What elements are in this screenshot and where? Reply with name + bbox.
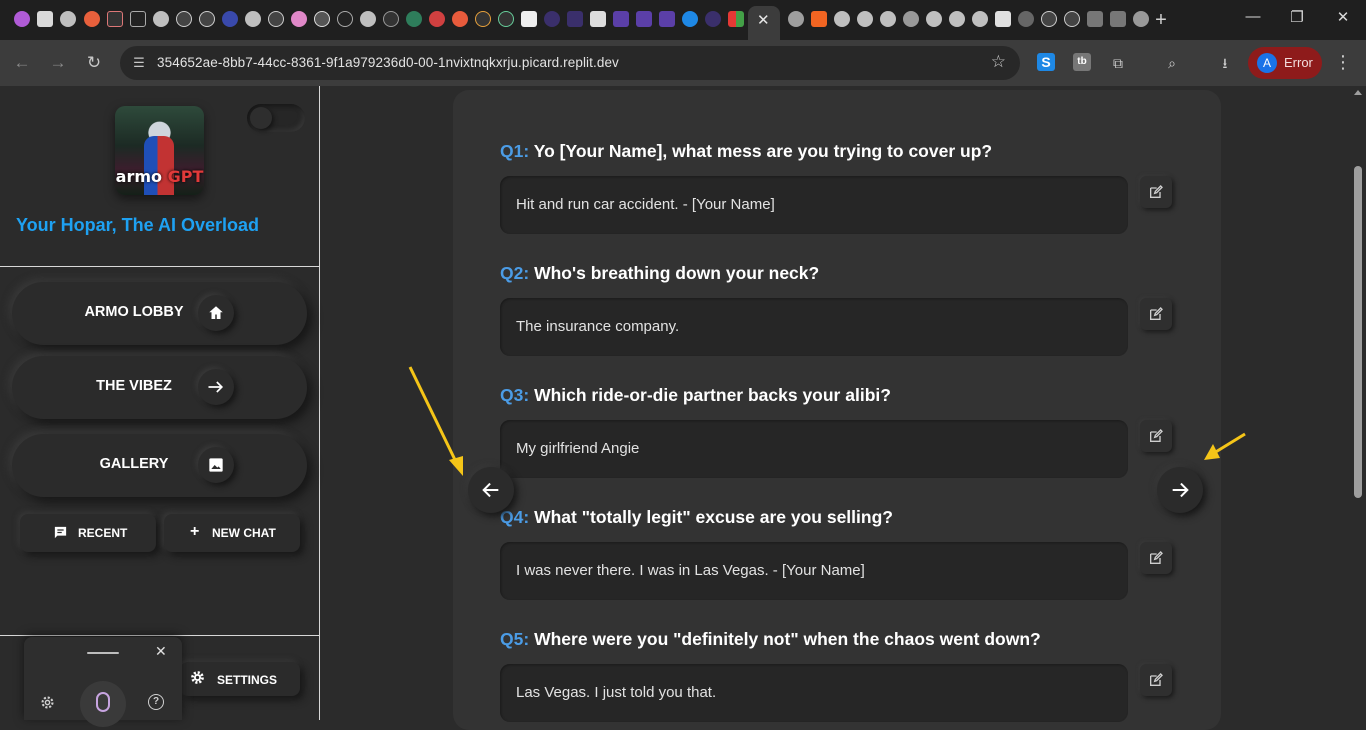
tab-search-icon[interactable]: ⌕: [1162, 53, 1182, 73]
tab-favicon[interactable]: [84, 11, 100, 27]
github-tab-favicon[interactable]: [245, 11, 261, 27]
tab-favicon[interactable]: [199, 11, 215, 27]
bookmark-star-icon[interactable]: ☆: [991, 52, 1006, 72]
tab-favicon[interactable]: [176, 11, 192, 27]
tab-favicon[interactable]: [60, 11, 76, 27]
minimize-window-button[interactable]: —: [1238, 8, 1268, 25]
extension-s-icon[interactable]: S: [1037, 53, 1055, 71]
address-bar[interactable]: ☰ 354652ae-8bb7-44cc-8361-9f1a979236d0-0…: [120, 46, 1020, 80]
downloads-icon[interactable]: ⭳: [1215, 53, 1235, 73]
profile-status-label: Error: [1284, 55, 1313, 70]
tab-favicon[interactable]: [521, 11, 537, 27]
browser-menu-icon[interactable]: ⋮: [1334, 52, 1352, 73]
browser-toolbar: ← → ↻ ☰ 354652ae-8bb7-44cc-8361-9f1a9792…: [0, 40, 1366, 86]
tab-favicon[interactable]: [659, 11, 675, 27]
tab-favicon[interactable]: [636, 11, 652, 27]
tab-favicon[interactable]: [337, 11, 353, 27]
close-tab-icon[interactable]: ✕: [757, 11, 770, 29]
tab-favicon[interactable]: [291, 11, 307, 27]
tab-favicon[interactable]: [130, 11, 146, 27]
active-tab[interactable]: ✕: [748, 6, 780, 40]
profile-error-button[interactable]: A Error: [1248, 47, 1322, 79]
tab-favicon[interactable]: [705, 11, 721, 27]
tab-favicon[interactable]: [682, 11, 698, 27]
tab-favicon[interactable]: [1064, 11, 1080, 27]
profile-avatar: A: [1257, 53, 1277, 73]
page-scrollbar[interactable]: [1350, 86, 1366, 720]
scroll-thumb[interactable]: [1354, 166, 1362, 498]
forward-icon[interactable]: →: [47, 52, 69, 74]
tab-favicon[interactable]: [590, 11, 606, 27]
tab-favicon[interactable]: [613, 11, 629, 27]
tab-favicon[interactable]: [1133, 11, 1149, 27]
scroll-up-arrow[interactable]: [1354, 90, 1362, 95]
annotation-arrow-right: [1204, 432, 1246, 460]
reload-icon[interactable]: ↻: [83, 52, 105, 74]
tab-favicon[interactable]: [268, 11, 284, 27]
tab-favicon[interactable]: [406, 11, 422, 27]
tab-favicon[interactable]: [995, 11, 1011, 27]
tab-favicon[interactable]: [567, 11, 583, 27]
new-tab-button[interactable]: +: [1151, 9, 1171, 32]
annotation-arrow-left: [408, 366, 463, 476]
tab-favicon[interactable]: [972, 11, 988, 27]
back-icon[interactable]: ←: [11, 52, 33, 74]
tab-favicon[interactable]: [222, 11, 238, 27]
annotation-overlay: [408, 366, 1246, 476]
url-text[interactable]: 354652ae-8bb7-44cc-8361-9f1a979236d0-00-…: [157, 55, 619, 70]
extensions-puzzle-icon[interactable]: ⧉: [1108, 53, 1128, 73]
tab-favicon[interactable]: [1041, 11, 1057, 27]
browser-tab-strip: ✕ + — ❐ ✕: [0, 0, 1366, 40]
github-tab-favicon[interactable]: [153, 11, 169, 27]
close-window-button[interactable]: ✕: [1328, 8, 1358, 26]
tab-favicon[interactable]: [314, 11, 330, 27]
app-page: armo GPT Your Hopar, The AI Overload ARM…: [0, 86, 1366, 730]
tab-favicon[interactable]: [811, 11, 827, 27]
extension-tb-icon[interactable]: tb: [1073, 53, 1091, 71]
tab-favicon[interactable]: [14, 11, 30, 27]
restore-window-button[interactable]: ❐: [1282, 8, 1312, 26]
tab-favicon[interactable]: [544, 11, 560, 27]
tab-favicon[interactable]: [498, 11, 514, 27]
tab-favicon[interactable]: [926, 11, 942, 27]
tab-favicon[interactable]: [107, 11, 123, 27]
tab-favicon[interactable]: [37, 11, 53, 27]
tab-favicon[interactable]: [728, 11, 744, 27]
tab-favicon[interactable]: [788, 11, 804, 27]
tab-favicon[interactable]: [1087, 11, 1103, 27]
github-tab-favicon[interactable]: [857, 11, 873, 27]
tab-favicon[interactable]: [1110, 11, 1126, 27]
site-info-icon[interactable]: ☰: [130, 54, 148, 72]
tab-favicon[interactable]: [949, 11, 965, 27]
tab-favicon[interactable]: [383, 11, 399, 27]
tab-favicon[interactable]: [903, 11, 919, 27]
tab-favicon[interactable]: [360, 11, 376, 27]
tab-favicon[interactable]: [834, 11, 850, 27]
tab-favicon[interactable]: [452, 11, 468, 27]
tab-favicon[interactable]: [475, 11, 491, 27]
tab-favicon[interactable]: [880, 11, 896, 27]
tab-favicon[interactable]: [1018, 11, 1034, 27]
tab-favicon[interactable]: [429, 11, 445, 27]
